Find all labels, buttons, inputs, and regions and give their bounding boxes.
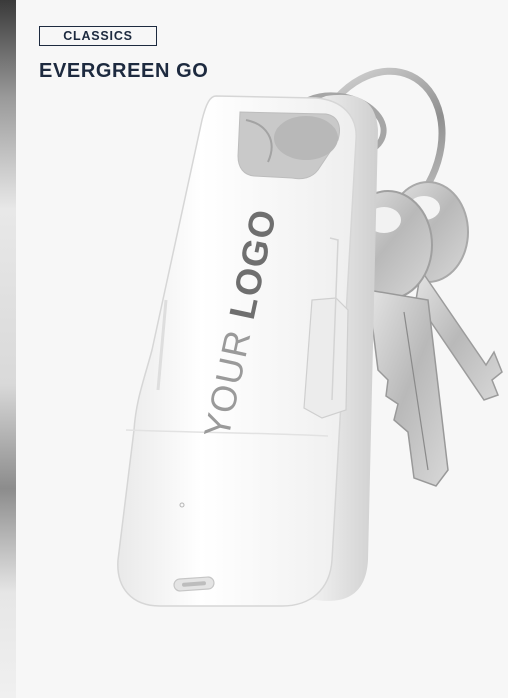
adjacent-card-edge [0,0,16,698]
product-card[interactable]: CLASSICS EVERGREEN GO YOUR LOGO [16,0,508,698]
product-image: YOUR LOGO [117,67,503,607]
